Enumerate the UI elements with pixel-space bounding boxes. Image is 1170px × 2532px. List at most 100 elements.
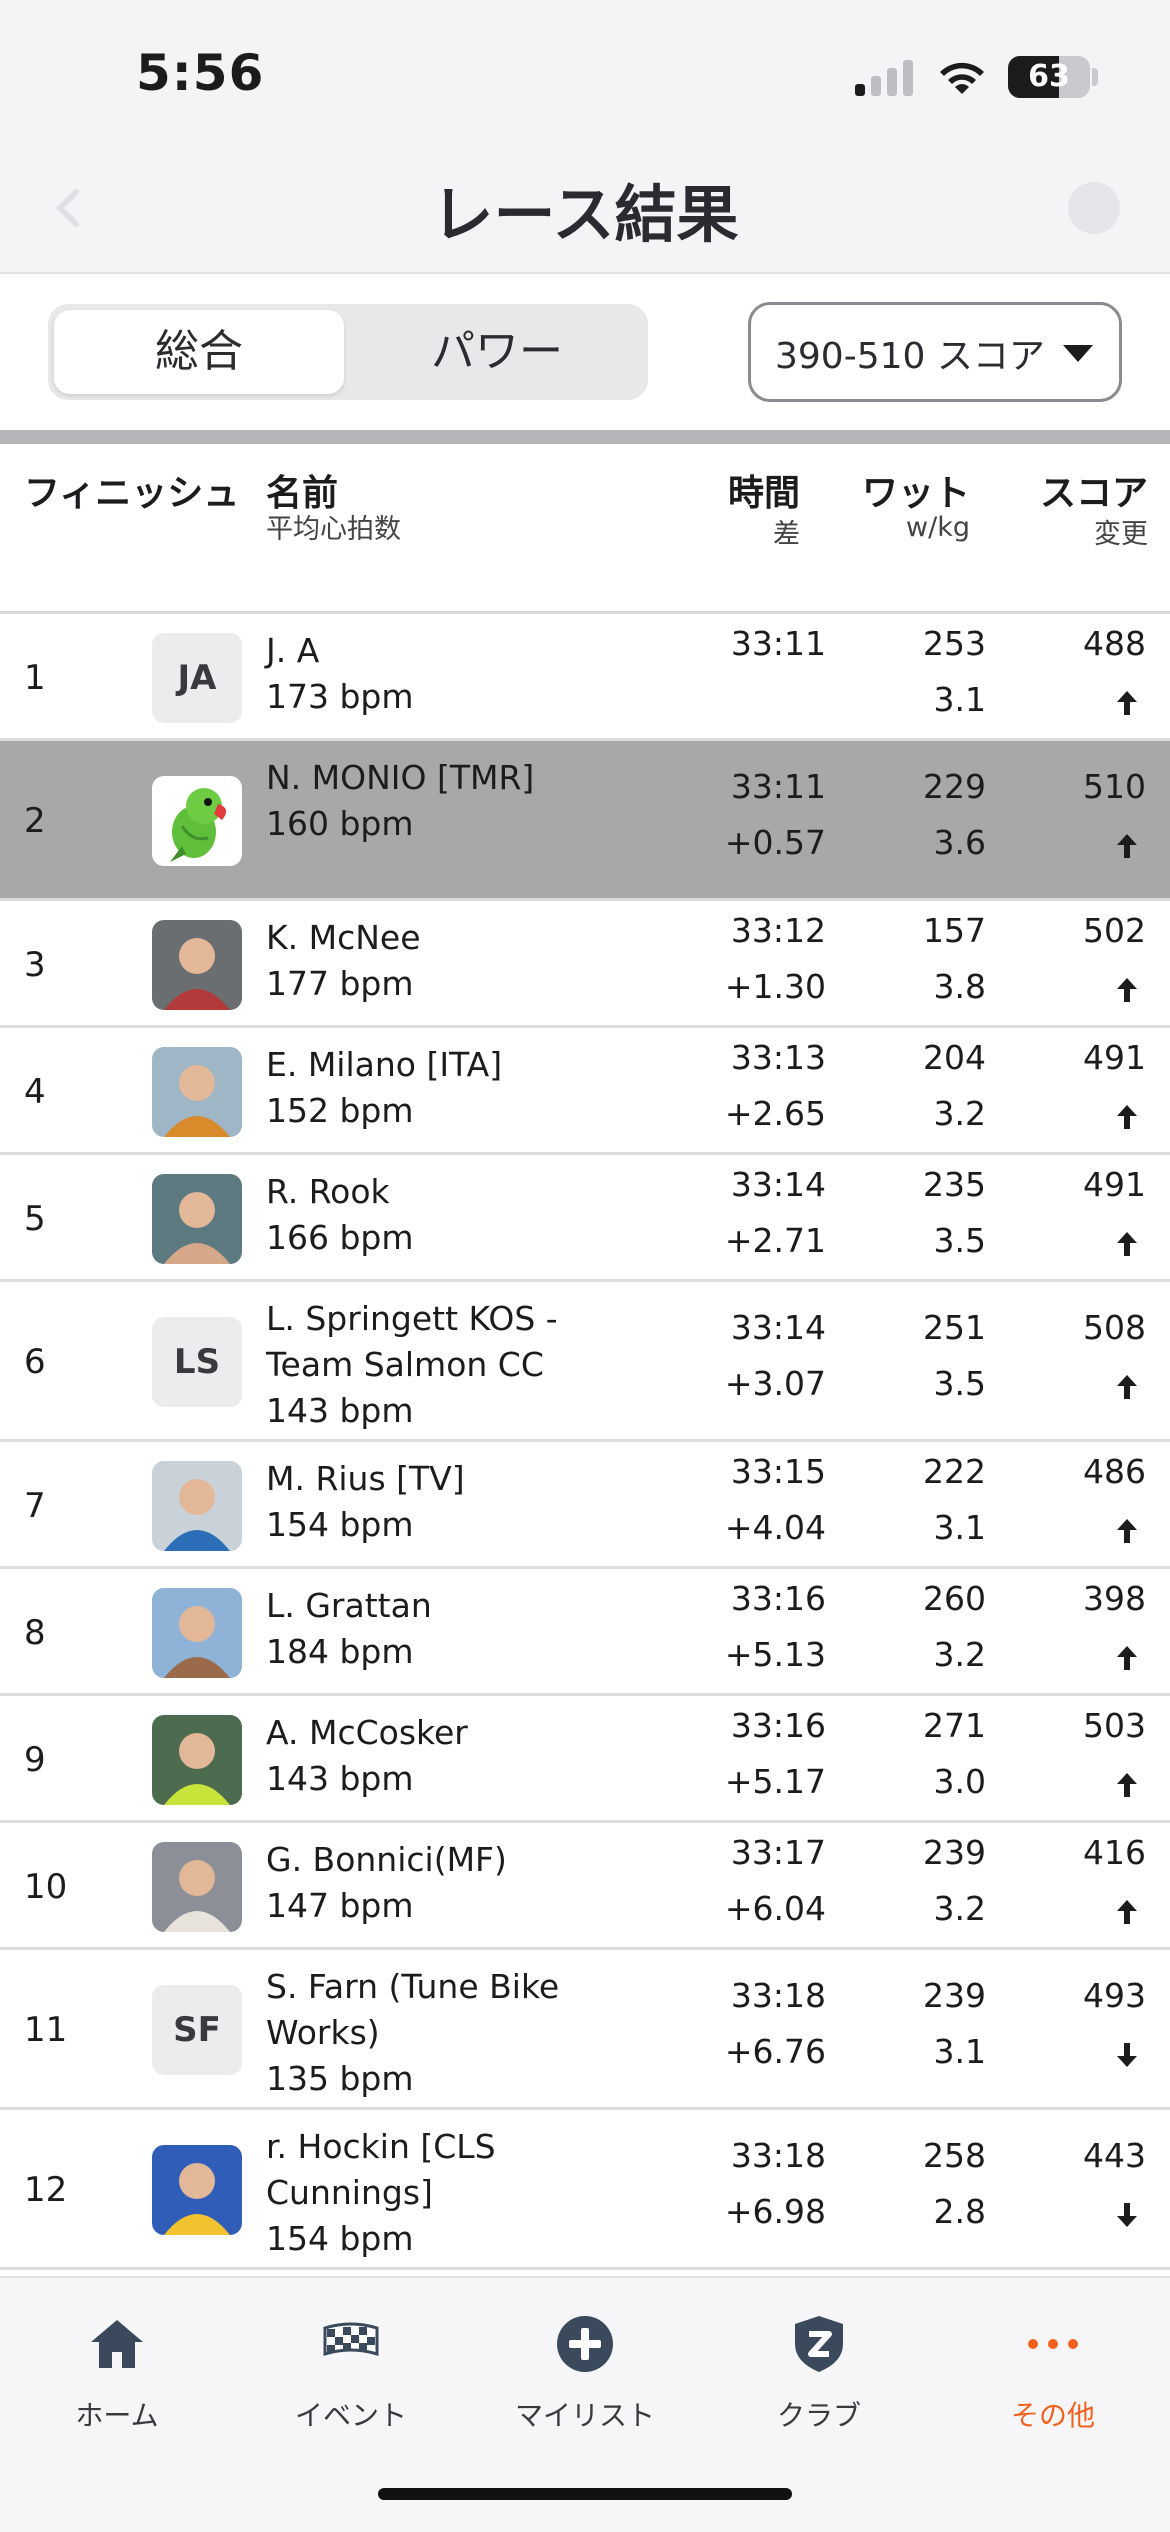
- home-icon: [91, 2320, 143, 2368]
- rider-name: G. Bonnici(MF): [266, 1840, 507, 1879]
- result-row[interactable]: 4 E. Milano [ITA] 152 bpm 33:13 +2.65 204 3.2 4…: [0, 1028, 1170, 1155]
- tab-more-label: その他: [1010, 2399, 1095, 2432]
- arrow-up-icon: [1117, 1645, 1137, 1670]
- rider-name-block[interactable]: G. Bonnici(MF) 147 bpm: [266, 1837, 646, 1929]
- col-subheader-gap: 差: [773, 519, 800, 550]
- category-dropdown[interactable]: 390-510 スコア: [748, 302, 1122, 402]
- avatar-initials[interactable]: LS: [152, 1317, 242, 1407]
- score: 398: [1083, 1578, 1146, 1618]
- avatar-parrot[interactable]: [152, 776, 242, 866]
- user-photo-icon: [164, 1191, 230, 1264]
- avg-watts: 239: [923, 1832, 986, 1872]
- rider-name-block[interactable]: N. MONIO [TMR] 160 bpm: [266, 755, 646, 847]
- user-photo-icon: [164, 2163, 230, 2235]
- rider-name: E. Milano [ITA]: [266, 1045, 503, 1084]
- result-row[interactable]: 8 L. Grattan 184 bpm 33:16 +5.13 260 3.2 398: [0, 1569, 1170, 1696]
- result-row[interactable]: 5 R. Rook 166 bpm 33:14 +2.71 235 3.5 491: [0, 1155, 1170, 1282]
- watts-per-kg: 3.2: [933, 1093, 986, 1133]
- segment-overall[interactable]: 総合: [54, 310, 344, 394]
- finish-position: 10: [24, 1866, 68, 1907]
- time-gap: +6.76: [724, 2032, 826, 2071]
- rider-heart-rate: 143 bpm: [266, 1391, 414, 1430]
- col-header-finish[interactable]: フィニッシュ: [24, 464, 239, 516]
- share-icon[interactable]: [1068, 182, 1120, 234]
- rider-name-block[interactable]: A. McCosker 143 bpm: [266, 1710, 646, 1802]
- results-table-header: フィニッシュ 名前 平均心拍数 時間 差 ワット w/kg スコア 変更: [0, 444, 1170, 614]
- checkered-flag-icon: [323, 2322, 379, 2357]
- finish-position: 12: [24, 2170, 68, 2210]
- tab-more[interactable]: その他: [936, 2306, 1170, 2446]
- col-header-score[interactable]: スコア: [1000, 464, 1148, 516]
- rider-name: r. Hockin [CLS Cunnings]: [266, 2127, 496, 2212]
- result-row[interactable]: 1 JA J. A 173 bpm 33:11 253 3.1 488: [0, 614, 1170, 741]
- avatar-photo[interactable]: [152, 2145, 242, 2235]
- avatar-photo[interactable]: [152, 1714, 242, 1805]
- time-gap: +2.71: [724, 1220, 826, 1260]
- battery-tip: [1092, 68, 1098, 86]
- rider-name: R. Rook: [266, 1172, 390, 1211]
- status-bar: 5:56 63: [0, 0, 1170, 140]
- finish-position: 2: [24, 801, 46, 841]
- score: 493: [1083, 1976, 1146, 2015]
- rider-name-block[interactable]: M. Rius [TV] 154 bpm: [266, 1456, 646, 1548]
- rider-name-block[interactable]: L. Springett KOS - Team Salmon CC 143 bpm: [266, 1296, 646, 1434]
- avatar-photo[interactable]: [152, 1460, 242, 1551]
- avatar-initials[interactable]: JA: [152, 632, 242, 723]
- avatar-photo[interactable]: [152, 1841, 242, 1932]
- segmented-control: 総合 パワー: [48, 304, 648, 400]
- watts-per-kg: 3.8: [933, 966, 986, 1006]
- col-header-watts[interactable]: ワット: [840, 464, 970, 516]
- time-gap: +5.13: [724, 1634, 826, 1674]
- score: 508: [1083, 1308, 1146, 1347]
- rider-name-block[interactable]: J. A 173 bpm: [266, 628, 646, 720]
- rider-name: J. A: [266, 631, 320, 670]
- rider-name-block[interactable]: E. Milano [ITA] 152 bpm: [266, 1042, 646, 1134]
- tab-clubs[interactable]: クラブ: [702, 2306, 936, 2446]
- result-row[interactable]: 2 N. MONIO [TMR] 160 bpm 33:11 +0.57 229 3.6 5…: [0, 741, 1170, 901]
- time-gap: +1.30: [724, 966, 826, 1006]
- avg-watts: 157: [923, 910, 986, 950]
- avatar-photo[interactable]: [152, 1587, 242, 1678]
- result-row[interactable]: 9 A. McCosker 143 bpm 33:16 +5.17 271 3.0 503: [0, 1696, 1170, 1823]
- result-row[interactable]: 11 SF S. Farn (Tune Bike Works) 135 bpm 33:1…: [0, 1950, 1170, 2110]
- avg-watts: 239: [923, 1976, 986, 2015]
- finish-position: 4: [24, 1071, 46, 1112]
- tab-home[interactable]: ホーム: [0, 2306, 234, 2446]
- rider-name-block[interactable]: r. Hockin [CLS Cunnings] 154 bpm: [266, 2124, 646, 2262]
- result-row[interactable]: 10 G. Bonnici(MF) 147 bpm 33:17 +6.04 239 3.2 4…: [0, 1823, 1170, 1950]
- rider-name-block[interactable]: R. Rook 166 bpm: [266, 1169, 646, 1261]
- status-time: 5:56: [136, 44, 265, 102]
- avg-watts: 260: [923, 1578, 986, 1618]
- club-shield-icon: [795, 2316, 843, 2372]
- rider-heart-rate: 143 bpm: [266, 1759, 414, 1798]
- result-row[interactable]: 7 M. Rius [TV] 154 bpm 33:15 +4.04 222 3.1 486: [0, 1442, 1170, 1569]
- home-indicator[interactable]: [378, 2488, 792, 2500]
- rider-name-block[interactable]: S. Farn (Tune Bike Works) 135 bpm: [266, 1964, 646, 2102]
- finish-time: 33:11: [730, 767, 826, 806]
- arrow-down-icon: [1117, 2043, 1137, 2067]
- avg-watts: 204: [923, 1037, 986, 1077]
- avatar-photo[interactable]: [152, 919, 242, 1010]
- rider-name-block[interactable]: L. Grattan 184 bpm: [266, 1583, 646, 1675]
- segment-power[interactable]: パワー: [352, 310, 642, 394]
- result-row[interactable]: 3 K. McNee 177 bpm 33:12 +1.30 157 3.8 502: [0, 901, 1170, 1028]
- rider-name-block[interactable]: K. McNee 177 bpm: [266, 915, 646, 1007]
- user-photo-icon: [164, 1732, 230, 1805]
- avg-watts: 258: [923, 2136, 986, 2175]
- watts-per-kg: 3.1: [933, 2032, 986, 2071]
- tab-events[interactable]: イベント: [234, 2306, 468, 2446]
- avg-watts: 222: [923, 1451, 986, 1491]
- result-row[interactable]: 12 r. Hockin [CLS Cunnings] 154 bpm 33:18 +6…: [0, 2110, 1170, 2270]
- col-subheader-wkg: w/kg: [906, 512, 970, 543]
- col-header-time[interactable]: 時間: [700, 464, 800, 516]
- result-row[interactable]: 6 LS L. Springett KOS - Team Salmon CC 143 …: [0, 1282, 1170, 1442]
- col-header-name[interactable]: 名前: [266, 464, 338, 516]
- avatar-photo[interactable]: [152, 1046, 242, 1137]
- tab-events-label: イベント: [294, 2399, 407, 2432]
- avatar-initials[interactable]: SF: [152, 1985, 242, 2075]
- avatar-photo[interactable]: [152, 1173, 242, 1264]
- user-photo-icon: [164, 1478, 230, 1551]
- tab-mylist[interactable]: マイリスト: [468, 2306, 702, 2446]
- finish-time: 33:17: [730, 1832, 826, 1872]
- finish-time: 33:18: [730, 2136, 826, 2175]
